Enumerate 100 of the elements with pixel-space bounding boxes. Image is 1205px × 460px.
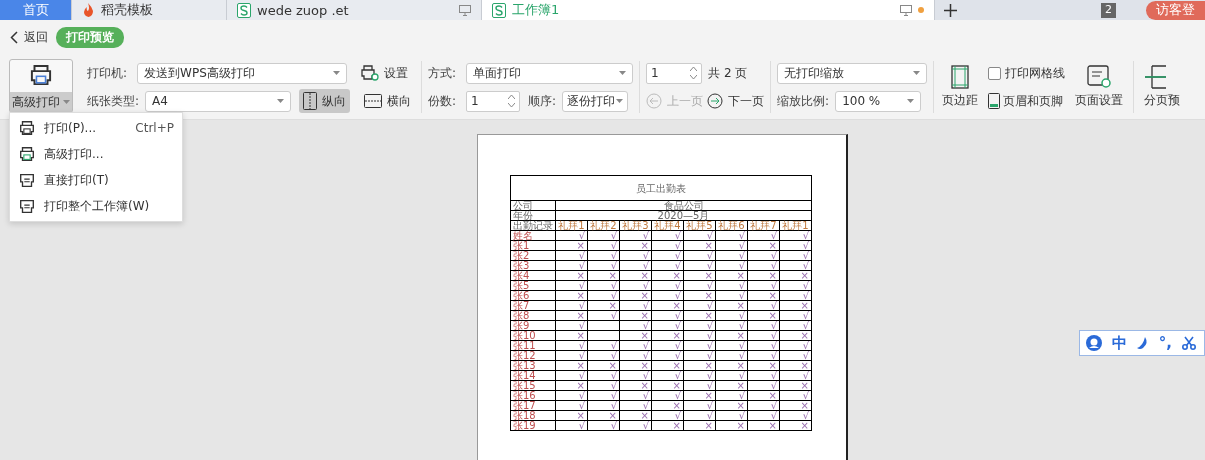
back-button[interactable]: 返回 (10, 29, 48, 46)
punctuation-toggle[interactable]: °, (1158, 334, 1172, 352)
table-cell: √ (619, 400, 652, 411)
table-cell: √ (651, 250, 684, 261)
table-cell: 出勤记录 (510, 220, 556, 231)
table-cell: √ (619, 300, 652, 311)
advanced-print-button[interactable]: 高级打印 (9, 59, 73, 113)
column-header: 礼拜2 (587, 220, 620, 231)
menu-item[interactable]: 打印(P)... Ctrl+P (10, 115, 182, 141)
duplex-dropdown[interactable]: 单面打印 (466, 62, 634, 84)
copies-spinner[interactable]: 1 (466, 90, 521, 112)
table-cell: × (651, 380, 684, 391)
table-cell: √ (747, 380, 780, 391)
moon-icon[interactable] (1136, 336, 1149, 350)
table-cell: √ (555, 250, 588, 261)
table-cell: 张13 (510, 360, 556, 371)
table-cell: × (619, 290, 652, 301)
menu-item[interactable]: 打印整个工作簿(W) (10, 193, 182, 219)
table-cell: 张4 (510, 270, 556, 281)
page-break-icon (1144, 65, 1167, 89)
column-header: 礼拜1 (555, 220, 588, 231)
page-break-preview-button[interactable]: 分页预 (1140, 59, 1185, 109)
table-cell: 张7 (510, 300, 556, 311)
margins-icon (951, 65, 970, 89)
table-cell: × (747, 390, 780, 401)
document-tab[interactable]: wede zuop .et (227, 0, 482, 20)
page-gear-icon (1086, 65, 1113, 89)
table-cell: √ (747, 260, 780, 271)
input-mode-toggle[interactable]: 中 (1111, 333, 1127, 353)
table-cell: √ (779, 230, 812, 241)
table-cell: √ (651, 240, 684, 251)
table-cell: 张12 (510, 350, 556, 361)
menu-item[interactable]: 直接打印(T) (10, 167, 182, 193)
table-cell: × (779, 300, 812, 311)
table-cell: √ (587, 310, 620, 321)
monitor-icon (900, 4, 912, 16)
field-label: 份数: (428, 92, 457, 110)
flame-icon (82, 3, 95, 17)
document-tab[interactable]: 首页 (0, 0, 72, 20)
table-cell: × (779, 400, 812, 411)
column-header: 礼拜5 (683, 220, 716, 231)
page-count: 共 2 页 (708, 64, 748, 82)
orientation-button[interactable]: 横向 (360, 89, 416, 113)
table-cell: √ (587, 340, 620, 351)
user-icon[interactable] (1085, 335, 1102, 351)
gridlines-checkbox[interactable]: 打印网格线 (988, 64, 1066, 82)
field-label: 顺序: (528, 92, 557, 110)
margins-button[interactable]: 页边距 (938, 59, 983, 109)
table-cell: √ (715, 230, 748, 241)
table-cell: × (555, 310, 588, 321)
menu-item[interactable]: 高级打印... (10, 141, 182, 167)
table-cell: √ (747, 320, 780, 331)
table-cell: √ (619, 280, 652, 291)
table-cell: √ (555, 300, 588, 311)
table-cell: √ (715, 320, 748, 331)
table-cell: 张16 (510, 390, 556, 401)
table-cell: 张8 (510, 310, 556, 321)
table-title: 员工出勤表 (636, 182, 686, 194)
table-cell: × (555, 270, 588, 281)
table-cell: √ (651, 290, 684, 301)
table-cell: 张17 (510, 400, 556, 411)
table-cell: √ (715, 290, 748, 301)
table-cell: √ (779, 260, 812, 271)
table-cell: √ (587, 380, 620, 391)
orientation-button[interactable]: 纵向 (299, 89, 351, 113)
header-footer-button[interactable]: 页眉和页脚 (988, 89, 1064, 113)
table-cell: √ (779, 320, 812, 331)
printer-dropdown[interactable]: 发送到WPS高级打印 (137, 62, 348, 84)
table-cell: × (683, 420, 716, 431)
table-cell: × (587, 300, 620, 311)
page-setup-button[interactable]: 页面设置 (1071, 59, 1128, 109)
table-cell: × (651, 300, 684, 311)
table-cell: √ (587, 290, 620, 301)
caret-icon (619, 71, 627, 75)
table-cell: × (555, 410, 588, 421)
table-cell: √ (587, 390, 620, 401)
table-cell: × (715, 330, 748, 341)
collate-dropdown[interactable]: 逐份打印 (562, 90, 629, 112)
table-cell: × (779, 270, 812, 281)
table-cell: √ (715, 250, 748, 261)
document-tab[interactable]: 稻壳模板 (72, 0, 227, 20)
scissors-icon[interactable] (1182, 336, 1196, 350)
table-cell: √ (555, 260, 588, 271)
scaling-dropdown[interactable]: 无打印缩放 (777, 62, 928, 84)
paper-size-dropdown[interactable]: A4 (145, 90, 292, 112)
zoom-dropdown[interactable]: 100 % (835, 90, 922, 112)
spreadsheet-icon (237, 2, 251, 18)
table-cell: √ (683, 370, 716, 381)
table-cell: √ (715, 370, 748, 381)
table-cell: √ (555, 390, 588, 401)
printer-icon (18, 119, 36, 137)
page-number-spinner[interactable]: 1 (646, 62, 703, 84)
table-cell: √ (715, 260, 748, 271)
table-cell: √ (555, 230, 588, 241)
table-cell: 张15 (510, 380, 556, 391)
field-label: 方式: (428, 64, 457, 82)
next-page-button[interactable]: 下一页 (707, 89, 765, 113)
window-count-badge[interactable]: 2 (1101, 2, 1116, 18)
settings-button[interactable]: 设置 (357, 61, 413, 85)
column-header: 礼拜3 (619, 220, 652, 231)
